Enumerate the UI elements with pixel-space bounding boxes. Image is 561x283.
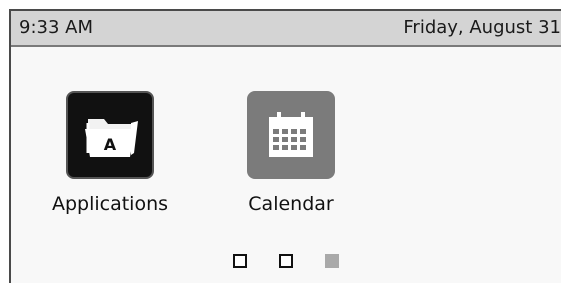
app-tile-applications[interactable]: A Applications: [25, 91, 195, 215]
calendar-label: Calendar: [248, 193, 334, 215]
page-dot-1[interactable]: [233, 254, 247, 268]
calendar-icon: [247, 91, 335, 179]
status-date: Friday, August 31: [403, 17, 561, 38]
status-bar: 9:33 AM Friday, August 31: [11, 11, 561, 47]
applications-label: Applications: [51, 193, 169, 215]
page-dot-2[interactable]: [279, 254, 293, 268]
svg-text:A: A: [104, 135, 117, 154]
app-tile-calendar[interactable]: Calendar: [206, 91, 376, 215]
home-screen: 9:33 AM Friday, August 31 A Applications: [9, 9, 561, 283]
page-dot-3-active[interactable]: [325, 254, 339, 268]
applications-folder-icon: A: [66, 91, 154, 179]
status-time: 9:33 AM: [19, 17, 93, 38]
